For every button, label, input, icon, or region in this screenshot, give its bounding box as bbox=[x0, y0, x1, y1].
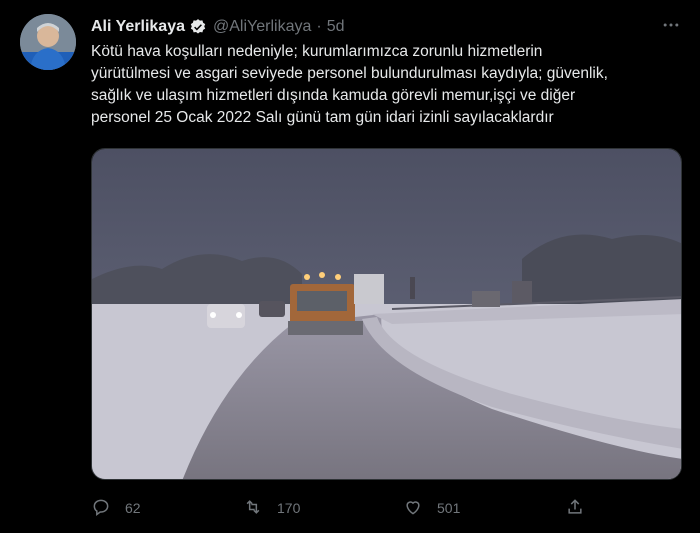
tweet-text: Kötü hava koşulları nedeniyle; kurumları… bbox=[91, 43, 608, 126]
author-handle[interactable]: @AliYerlikaya bbox=[213, 18, 311, 36]
reply-icon bbox=[91, 497, 111, 520]
reply-count: 62 bbox=[125, 500, 141, 516]
tweet: Ali Yerlikaya @AliYerlikaya · 5d Kötü ha… bbox=[0, 0, 700, 533]
heart-icon bbox=[403, 497, 423, 520]
avatar[interactable] bbox=[20, 14, 76, 70]
tweet-timestamp[interactable]: 5d bbox=[327, 18, 345, 36]
verified-badge-icon bbox=[189, 18, 207, 36]
retweet-count: 170 bbox=[277, 500, 301, 516]
retweet-icon bbox=[243, 497, 263, 520]
header-separator: · bbox=[316, 18, 322, 35]
like-count: 501 bbox=[437, 500, 461, 516]
more-options-icon[interactable] bbox=[658, 12, 684, 38]
retweet-button[interactable]: 170 bbox=[243, 495, 300, 521]
share-button[interactable] bbox=[565, 495, 585, 521]
author-name[interactable]: Ali Yerlikaya bbox=[91, 18, 185, 36]
like-button[interactable]: 501 bbox=[403, 495, 460, 521]
share-icon bbox=[565, 497, 585, 520]
reply-button[interactable]: 62 bbox=[91, 495, 141, 521]
tweet-image[interactable] bbox=[91, 148, 682, 480]
tweet-actions: 62 170 501 bbox=[91, 495, 691, 521]
tweet-header: Ali Yerlikaya @AliYerlikaya · 5d bbox=[91, 16, 344, 38]
